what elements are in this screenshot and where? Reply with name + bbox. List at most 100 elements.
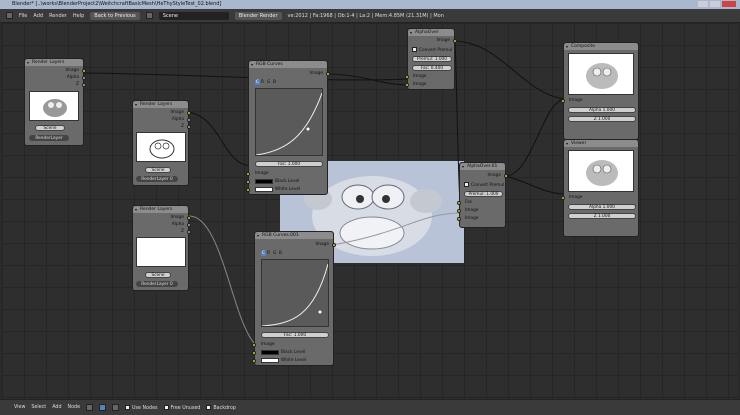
render-layer-select[interactable]: RenderLayer 0 [136,176,178,182]
node-alpha-over-2[interactable]: AlphaOver.01 Image Convert Premul Premul… [457,162,508,228]
fac-slider[interactable]: Fac: 1.000 [261,332,329,338]
menu-node[interactable]: Node [68,405,81,410]
output-image-socket[interactable] [187,111,191,115]
node-title[interactable]: AlphaOver.01 [460,163,505,170]
scene-field[interactable]: Scene [145,167,171,173]
z-field[interactable]: Z 1.000 [568,116,636,122]
editor-type-icon[interactable] [6,12,13,19]
channel-tab-b[interactable]: B [273,80,276,85]
menu-render[interactable]: Render [49,13,67,19]
channel-tab-g[interactable]: G [267,80,270,85]
node-title[interactable]: AlphaOver [408,29,454,36]
premul-slider[interactable]: Premul: 1.000 [464,191,503,197]
fac-slider[interactable]: Fac: 0.400 [412,65,452,71]
output-image-socket[interactable] [453,39,457,43]
scene-field[interactable]: Scene [145,272,171,278]
menu-file[interactable]: File [19,13,27,19]
black-level-socket[interactable] [252,351,256,355]
render-layer-select[interactable]: RenderLayer 0 [136,281,178,287]
output-alpha-socket[interactable] [187,118,191,122]
output-z-socket[interactable] [187,125,191,129]
scene-selector[interactable]: Scene [158,11,229,20]
node-title[interactable]: Render Layers [133,101,188,108]
checkbox-box[interactable] [163,404,169,410]
node-alpha-over-1[interactable]: AlphaOver Image Convert Premul Premul: 1… [405,28,457,90]
input-image-socket-2[interactable] [405,83,409,87]
channel-tab-c[interactable]: C [261,251,267,256]
render-layer-select[interactable]: RenderLayer [29,135,69,141]
output-z-socket[interactable] [82,83,86,87]
output-z-socket[interactable] [187,230,191,234]
minimize-button[interactable] [698,1,708,7]
checkbox-box[interactable] [125,404,131,410]
node-title[interactable]: Render Layers [25,59,83,66]
output-alpha-socket[interactable] [187,223,191,227]
output-image-socket[interactable] [332,243,336,247]
output-image-socket[interactable] [326,72,330,76]
checkbox-box[interactable] [206,404,212,410]
node-render-layers-3[interactable]: Render Layers Image Alpha Z Scene Render… [132,205,191,291]
node-title[interactable]: Viewer [564,140,638,147]
backdrop-toggle[interactable]: Backdrop [206,404,236,411]
node-title[interactable]: Composite [564,43,638,50]
fac-socket[interactable] [457,201,461,205]
node-editor-canvas[interactable]: Render Layers Image Alpha Z Scene Render… [2,23,738,399]
output-image-socket[interactable] [82,69,86,73]
scene-field[interactable]: Scene [35,125,65,131]
fac-slider[interactable]: Fac: 1.000 [255,161,323,167]
convert-premul-checkbox[interactable]: Convert Premul [464,182,504,188]
input-image-socket[interactable] [252,343,256,347]
input-image-socket[interactable] [561,196,565,200]
channel-tab-r[interactable]: R [267,251,270,256]
channel-tab-g[interactable]: G [273,251,276,256]
menu-add[interactable]: Add [33,13,43,19]
node-title[interactable]: RGB Curves [249,61,327,68]
white-level-color[interactable] [255,187,273,192]
output-alpha-socket[interactable] [82,76,86,80]
white-level-socket[interactable] [246,188,250,192]
checkbox-box[interactable] [464,182,469,187]
black-level-color[interactable] [255,179,273,184]
input-image-socket-1[interactable] [405,75,409,79]
node-viewer[interactable]: Viewer Image Alpha 1.000 Z 1.000 [561,139,639,237]
maximize-button[interactable] [710,1,720,7]
input-image-socket-1[interactable] [457,209,461,213]
node-rgb-curves-1[interactable]: RGB Curves Image C R G B Fac: 1.000 Imag… [246,60,330,195]
channel-tab-c[interactable]: C [255,80,261,85]
checkbox-box[interactable] [412,47,417,52]
render-engine-select[interactable]: Blender Render [234,11,282,20]
premul-slider[interactable]: Premul: 1.000 [412,56,452,62]
black-level-color[interactable] [261,350,279,355]
node-rgb-curves-2[interactable]: RGB Curves.001 Image C R G B Fac: 1.000 … [252,231,336,366]
back-to-previous-button[interactable]: Back to Previous [90,11,140,20]
curve-widget[interactable] [261,259,329,327]
black-level-socket[interactable] [246,180,250,184]
input-image-socket-2[interactable] [457,217,461,221]
white-level-socket[interactable] [252,359,256,363]
z-field[interactable]: Z 1.000 [568,213,636,219]
convert-premul-checkbox[interactable]: Convert Premul [412,47,452,53]
close-button[interactable] [722,1,736,7]
menu-select[interactable]: Select [31,405,46,410]
curve-widget[interactable] [255,88,323,156]
node-render-layers-1[interactable]: Render Layers Image Alpha Z Scene Render… [24,58,86,146]
node-title[interactable]: Render Layers [133,206,188,213]
node-title[interactable]: RGB Curves.001 [255,232,333,239]
alpha-field[interactable]: Alpha 1.000 [568,204,636,210]
output-image-socket[interactable] [187,216,191,220]
menu-view[interactable]: View [14,405,25,410]
free-unused-toggle[interactable]: Free Unused [163,404,200,411]
menu-add[interactable]: Add [52,405,61,410]
use-nodes-toggle[interactable]: Use Nodes [125,404,158,411]
white-level-color[interactable] [261,358,279,363]
menu-help[interactable]: Help [73,13,84,19]
output-image-socket[interactable] [504,174,508,178]
node-composite[interactable]: Composite Image Alpha 1.000 Z 1.000 [561,42,639,140]
composite-nodes-icon[interactable] [99,404,107,411]
alpha-field[interactable]: Alpha 1.000 [568,107,636,113]
shader-nodes-icon[interactable] [86,404,94,411]
texture-nodes-icon[interactable] [112,404,120,411]
channel-tab-r[interactable]: R [261,80,264,85]
channel-tab-b[interactable]: B [279,251,282,256]
input-image-socket[interactable] [246,172,250,176]
